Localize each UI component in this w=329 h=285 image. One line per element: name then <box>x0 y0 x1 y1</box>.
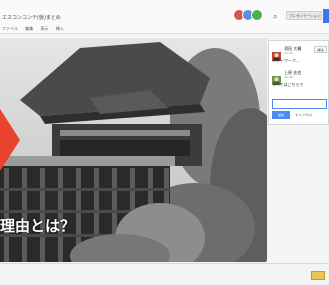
menu-item-edit[interactable]: 編集 <box>25 26 33 31</box>
share-button[interactable] <box>323 9 329 23</box>
resolve-button[interactable]: 解決 <box>314 46 327 53</box>
menu-bar: ファイル 編集 表示 挿入 <box>2 26 70 32</box>
menu-item-file[interactable]: ファイル <box>2 26 18 31</box>
red-arrow-icon <box>0 109 20 171</box>
reply-button[interactable]: 返信 <box>272 111 290 119</box>
comment-text: ネットワーク… <box>272 58 300 63</box>
commenter-avatar <box>272 46 281 61</box>
top-toolbar: エスコンコンテ(仮)まとめ ファイル 編集 表示 挿入 ⌕ プレゼンテーションを… <box>0 0 329 34</box>
menu-item-view[interactable]: 表示 <box>41 26 49 31</box>
comment-time: 13:39 <box>284 51 293 55</box>
document-title[interactable]: エスコンコンテ(仮)まとめ <box>2 14 61 21</box>
presentation-editor: エスコンコンテ(仮)まとめ ファイル 編集 表示 挿入 ⌕ プレゼンテーションを… <box>0 0 329 285</box>
present-button[interactable]: プレゼンテーションを開始 <box>286 11 322 20</box>
speaker-notes-area[interactable] <box>0 263 329 285</box>
avatar[interactable] <box>251 9 263 21</box>
explore-icon[interactable] <box>311 271 325 280</box>
slide-caption: 理由とは？ <box>0 217 76 235</box>
reply-input[interactable] <box>272 99 327 109</box>
commenter-avatar <box>272 70 281 85</box>
menu-item-insert[interactable]: 挿入 <box>56 26 64 31</box>
comment-thread: 濱田 大輔 13:39 ネットワーク… 解決 上原 史也 13:40 すべてはこ… <box>268 40 329 125</box>
comment-time: 13:40 <box>284 75 293 79</box>
slide-canvas[interactable]: 理由とは？ <box>0 38 267 262</box>
search-icon[interactable]: ⌕ <box>273 12 277 22</box>
comment-text: すべてはこちらで <box>272 82 304 87</box>
cancel-button[interactable]: キャンセル <box>295 111 313 119</box>
